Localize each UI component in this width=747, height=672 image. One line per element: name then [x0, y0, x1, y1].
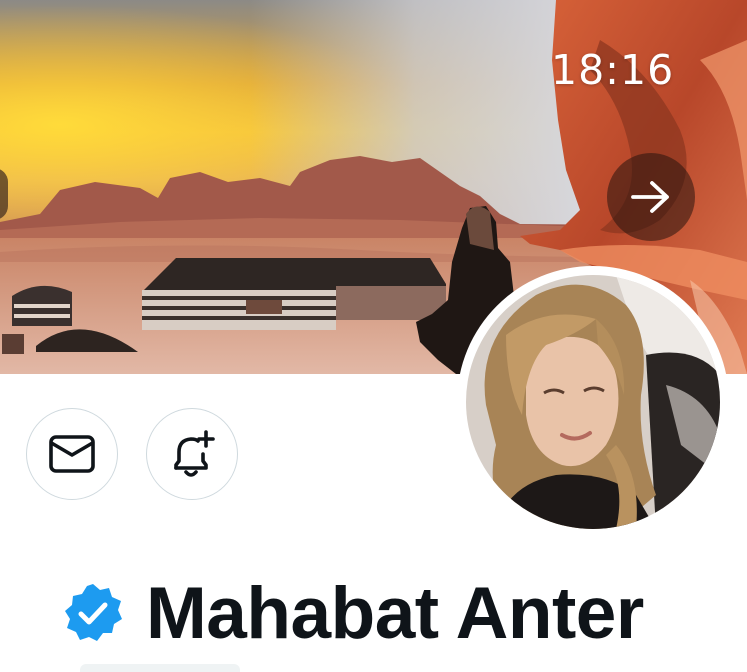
- bell-plus-icon: [174, 430, 215, 477]
- forward-button[interactable]: [607, 153, 695, 241]
- mail-icon: [49, 435, 95, 473]
- avatar-photo: [466, 275, 720, 529]
- display-name: Mahabat Anter: [146, 572, 644, 654]
- notify-button[interactable]: [146, 408, 238, 500]
- profile-name-row: Mahabat Anter: [62, 568, 644, 658]
- next-element-peek: [80, 664, 240, 672]
- profile-screen: 18:16 Mahabat Anter: [0, 0, 747, 672]
- avatar-image: [466, 275, 720, 529]
- arrow-right-icon: [631, 181, 669, 213]
- message-button[interactable]: [26, 408, 118, 500]
- profile-avatar[interactable]: [457, 266, 729, 538]
- status-bar-time: 18:16: [551, 46, 675, 94]
- verified-badge-icon: [65, 584, 122, 641]
